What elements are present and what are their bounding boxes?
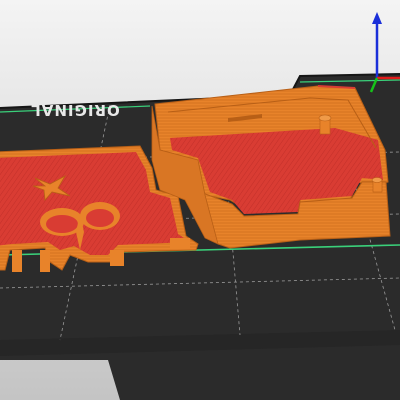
standoff-post [371, 177, 383, 193]
standoff-post [318, 114, 332, 135]
plate-tab [110, 250, 124, 266]
plate-tab [170, 238, 190, 248]
bed-label: ORIGINAL [30, 101, 120, 119]
plate-tab [40, 250, 50, 272]
3d-viewport[interactable]: ORIGINAL [0, 0, 400, 400]
plate-tab [12, 250, 22, 272]
